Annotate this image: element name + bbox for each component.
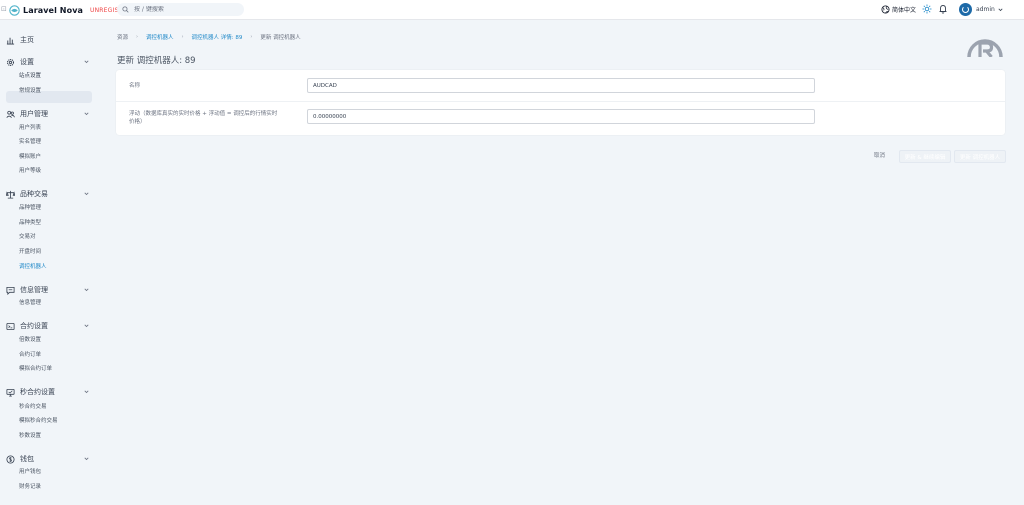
chat-icon bbox=[6, 286, 15, 295]
chevron-down-icon bbox=[84, 60, 89, 64]
sidebar-item-product-types[interactable]: 品种类型 bbox=[19, 218, 41, 228]
scale-icon bbox=[6, 190, 15, 199]
chevron-down-icon bbox=[84, 112, 89, 116]
sidebar-group-home[interactable]: 主页 bbox=[6, 33, 92, 47]
sidebar-item-demo-contract-orders[interactable]: 模拟合约订单 bbox=[19, 364, 52, 374]
sidebar-item-opening-hours[interactable]: 开盘时间 bbox=[19, 247, 41, 257]
sidebar-group-contracts[interactable]: 合约设置 bbox=[6, 319, 92, 333]
sidebar-item-general-settings[interactable]: 常规设置 bbox=[19, 86, 41, 96]
breadcrumb-separator-icon: › bbox=[181, 34, 184, 40]
global-search[interactable] bbox=[117, 3, 244, 16]
sidebar-group-settings[interactable]: 设置 bbox=[6, 55, 92, 69]
sidebar-item-user-levels[interactable]: 用户等级 bbox=[19, 166, 41, 176]
breadcrumb: 资源 › 调控机器人 › 调控机器人 详情: 89 › 更新 调控机器人 bbox=[117, 32, 301, 42]
search-icon bbox=[122, 6, 129, 13]
screen-icon bbox=[6, 388, 15, 396]
sidebar-group-label: 主页 bbox=[20, 36, 34, 44]
sidebar-item-site-settings[interactable]: 站点设置 bbox=[19, 71, 41, 81]
dollar-icon bbox=[6, 454, 15, 464]
sidebar-group-label: 钱包 bbox=[20, 455, 34, 463]
user-menu[interactable]: admin bbox=[959, 2, 1004, 17]
sidebar-item-contract-orders[interactable]: 合约订单 bbox=[19, 350, 41, 360]
language-switcher[interactable]: 简体中文 bbox=[881, 4, 916, 15]
breadcrumb-separator-icon: › bbox=[136, 34, 139, 40]
chevron-down-icon bbox=[84, 192, 89, 196]
language-label: 简体中文 bbox=[892, 7, 917, 14]
notifications-bell-icon[interactable] bbox=[938, 4, 948, 14]
window-bracket-icon: ⊡ bbox=[1, 5, 7, 13]
sidebar-item-multiplier-settings[interactable]: 倍数设置 bbox=[19, 335, 41, 345]
sidebar-item-message-management[interactable]: 信息管理 bbox=[19, 298, 41, 308]
chart-bar-icon bbox=[6, 37, 15, 45]
float-field-label-line1: 浮动（数据库真实的实时价格 + 浮动值 = 调控后的行情实时 bbox=[129, 111, 278, 117]
sidebar-group-label: 秒合约设置 bbox=[20, 388, 55, 396]
sidebar-item-demo-second-contract-trades[interactable]: 模拟秒合约交易 bbox=[19, 416, 58, 426]
cancel-button[interactable]: 取消 bbox=[874, 150, 885, 163]
sidebar-item-kyc[interactable]: 实名管理 bbox=[19, 137, 41, 147]
sidebar-item-financial-records[interactable]: 财务记录 bbox=[19, 482, 41, 492]
sidebar-group-label: 品种交易 bbox=[20, 190, 48, 198]
breadcrumb-item[interactable]: 资源 bbox=[117, 33, 128, 41]
update-button[interactable]: 更新 调控机器人 bbox=[954, 150, 1006, 163]
search-input[interactable] bbox=[134, 6, 234, 13]
terminal-icon bbox=[6, 322, 15, 330]
sidebar-group-label: 合约设置 bbox=[20, 322, 48, 330]
chevron-down-icon bbox=[998, 8, 1003, 12]
sidebar-item-seconds-settings[interactable]: 秒数设置 bbox=[19, 431, 41, 441]
form-row-divider bbox=[116, 101, 1005, 102]
name-input[interactable] bbox=[307, 78, 815, 93]
sidebar-group-wallet[interactable]: 钱包 bbox=[6, 452, 92, 466]
float-input[interactable] bbox=[307, 109, 815, 124]
float-field-label-line2: 价格） bbox=[129, 119, 146, 125]
sidebar bbox=[0, 21, 96, 505]
sidebar-item-products[interactable]: 品种管理 bbox=[19, 203, 41, 213]
breadcrumb-item[interactable]: 调控机器人 bbox=[146, 33, 174, 41]
sidebar-item-demo-accounts[interactable]: 模拟账户 bbox=[19, 152, 41, 162]
sidebar-item-user-wallets[interactable]: 用户钱包 bbox=[19, 467, 41, 477]
chevron-down-icon bbox=[84, 324, 89, 328]
breadcrumb-separator-icon: › bbox=[250, 34, 253, 40]
sidebar-item-second-contract-trades[interactable]: 秒合约交易 bbox=[19, 402, 47, 412]
sidebar-group-label: 用户管理 bbox=[20, 110, 48, 118]
globe-icon bbox=[881, 5, 890, 14]
corner-r-logo-icon bbox=[967, 39, 1003, 57]
sidebar-group-trading[interactable]: 品种交易 bbox=[6, 187, 92, 201]
user-name: admin bbox=[976, 6, 995, 13]
breadcrumb-item-current: 更新 调控机器人 bbox=[260, 35, 301, 41]
users-icon bbox=[6, 110, 15, 118]
chevron-down-icon bbox=[84, 288, 89, 292]
sidebar-group-label: 信息管理 bbox=[20, 286, 48, 294]
brand-name: Laravel Nova bbox=[23, 5, 84, 15]
chevron-down-icon bbox=[84, 457, 89, 461]
edit-form-card: 名称 浮动（数据库真实的实时价格 + 浮动值 = 调控后的行情实时 价格） bbox=[116, 70, 1005, 135]
update-and-continue-button[interactable]: 更新 & 继续编辑 bbox=[899, 150, 951, 163]
sidebar-group-label: 设置 bbox=[20, 58, 34, 66]
sidebar-group-messages[interactable]: 信息管理 bbox=[6, 283, 92, 297]
page-title: 更新 调控机器人: 89 bbox=[117, 56, 196, 66]
sidebar-group-users[interactable]: 用户管理 bbox=[6, 107, 92, 121]
name-field-label: 名称 bbox=[129, 83, 141, 89]
theme-toggle-sun-icon[interactable] bbox=[922, 4, 932, 14]
top-bar: ⊡ Laravel Nova UNREGISTERED 简体中文 bbox=[0, 0, 1024, 20]
float-field-label: 浮动（数据库真实的实时价格 + 浮动值 = 调控后的行情实时 价格） bbox=[129, 110, 277, 126]
sidebar-item-trading-pairs[interactable]: 交易对 bbox=[19, 232, 36, 242]
chevron-down-icon bbox=[84, 390, 89, 394]
gear-icon bbox=[6, 58, 15, 66]
avatar bbox=[959, 3, 972, 16]
nova-logo-icon bbox=[9, 4, 20, 16]
breadcrumb-item[interactable]: 调控机器人 详情: 89 bbox=[192, 33, 243, 41]
sidebar-item-user-list[interactable]: 用户列表 bbox=[19, 123, 41, 133]
sidebar-group-second-contracts[interactable]: 秒合约设置 bbox=[6, 385, 92, 399]
sidebar-item-control-robot[interactable]: 调控机器人 bbox=[19, 262, 47, 272]
